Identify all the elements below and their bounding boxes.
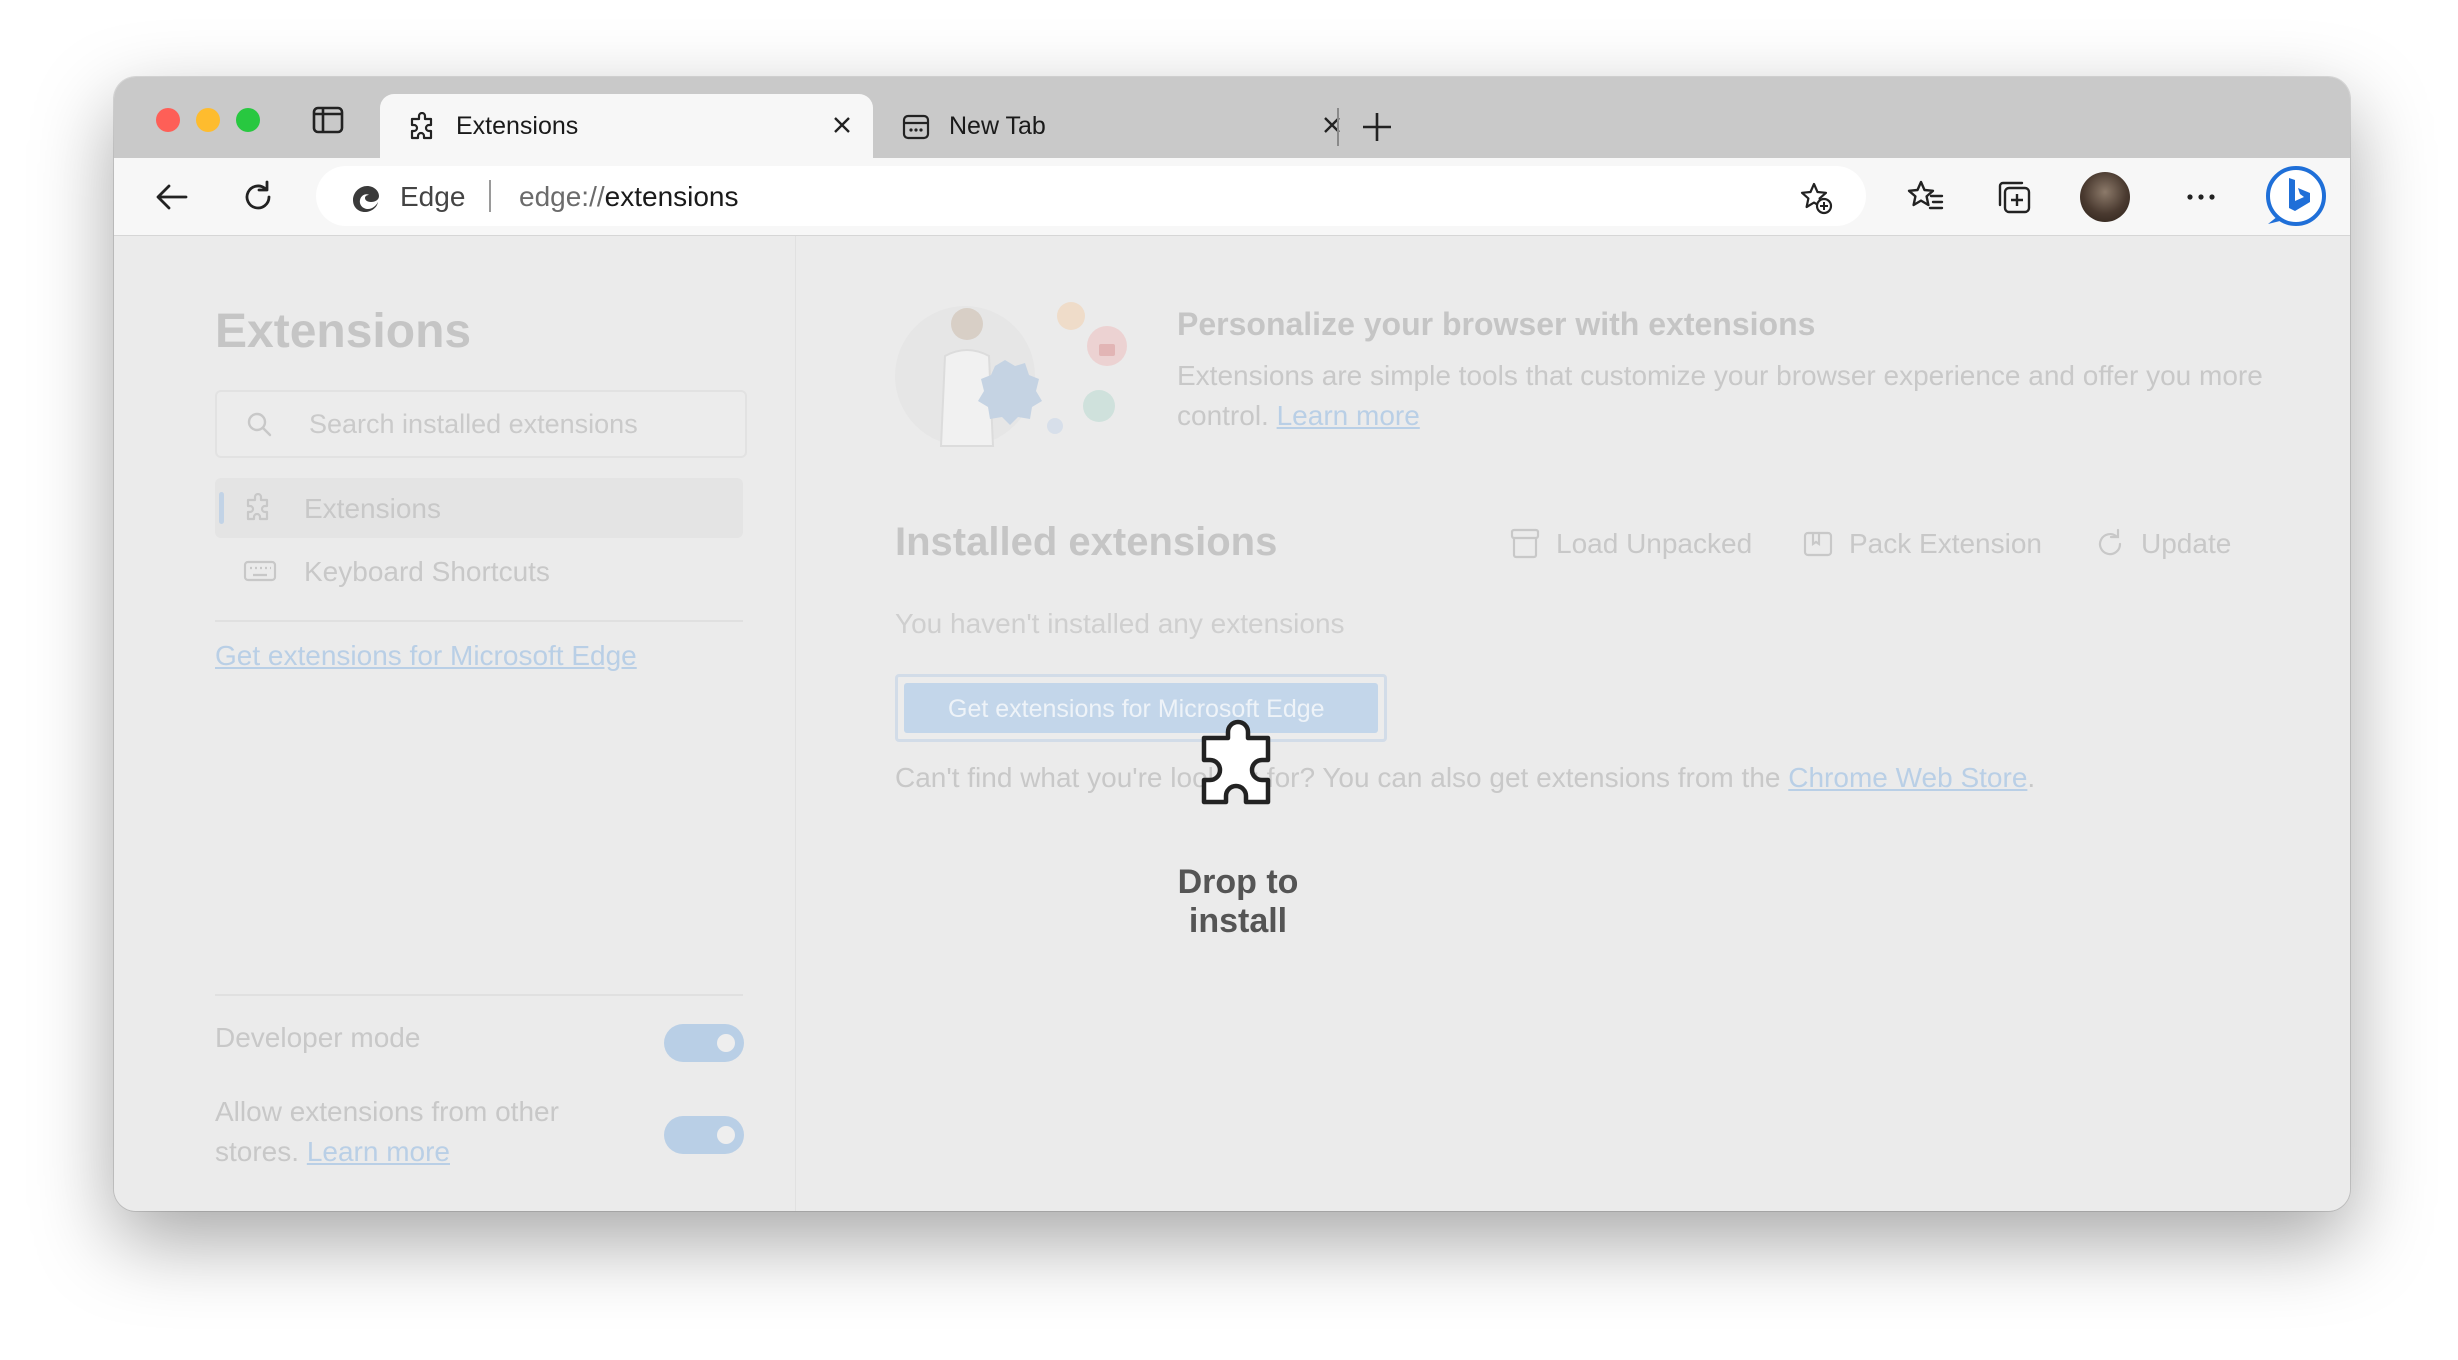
allow-other-stores-label: Allow extensions from other stores. Lear… <box>215 1096 559 1167</box>
puzzle-icon <box>408 111 438 142</box>
favorites-icon[interactable] <box>1905 177 1945 217</box>
url-text[interactable]: edge://extensions <box>519 181 739 213</box>
hero-description: Extensions are simple tools that customi… <box>1177 360 2263 431</box>
tab-extensions[interactable]: Extensions <box>380 94 873 158</box>
sidebar-divider <box>215 994 743 996</box>
learn-more-link[interactable]: Learn more <box>1277 400 1420 431</box>
selected-indicator <box>219 492 224 524</box>
close-window-button[interactable] <box>156 108 180 132</box>
newtab-page-icon <box>901 112 931 142</box>
new-tab-button[interactable] <box>1357 107 1397 147</box>
developer-mode-toggle[interactable] <box>664 1024 744 1062</box>
search-placeholder: Search installed extensions <box>309 409 638 439</box>
chrome-web-store-message: Can't find what you're looking for? You … <box>895 762 2036 793</box>
close-tab-icon[interactable] <box>829 112 855 138</box>
minimize-window-button[interactable] <box>196 108 220 132</box>
learn-more-link[interactable]: Learn more <box>307 1136 450 1167</box>
action-label: Load Unpacked <box>1556 528 1753 559</box>
no-extensions-message: You haven't installed any extensions <box>895 608 1345 639</box>
tab-strip: Extensions New Tab <box>114 77 2350 158</box>
site-identity-label: Edge <box>400 181 466 212</box>
package-icon <box>1802 526 1834 560</box>
hero-title: Personalize your browser with extensions <box>1177 306 1816 342</box>
page-content: Extensions Search installed extensions E… <box>114 236 2350 1211</box>
page-title: Extensions <box>215 305 472 358</box>
back-arrow-icon[interactable] <box>152 177 192 217</box>
keyboard-icon <box>243 556 277 586</box>
refresh-icon[interactable] <box>238 177 278 217</box>
button-fill: Get extensions for Microsoft Edge <box>904 683 1378 733</box>
sidebar-item-label: Keyboard Shortcuts <box>304 556 550 587</box>
sidebar-item-extensions[interactable]: Extensions <box>215 478 743 538</box>
collections-icon[interactable] <box>1994 177 2034 217</box>
installed-extensions-heading: Installed extensions <box>895 520 1278 564</box>
load-unpacked-button[interactable]: Load Unpacked <box>1509 524 1753 564</box>
browser-window: Extensions New Tab Edge edge://extension… <box>114 77 2350 1211</box>
toggle-knob <box>717 1034 735 1052</box>
tab-label: Extensions <box>456 112 579 140</box>
navigation-toolbar: Edge edge://extensions <box>114 158 2350 236</box>
close-tab-icon[interactable] <box>1319 112 1345 138</box>
address-bar[interactable]: Edge edge://extensions <box>316 166 1866 226</box>
sidebar-item-keyboard-shortcuts[interactable]: Keyboard Shortcuts <box>215 541 743 601</box>
action-label: Update <box>2141 528 2232 559</box>
omnibox-divider <box>489 180 491 212</box>
profile-avatar[interactable] <box>2080 172 2130 222</box>
search-input[interactable]: Search installed extensions <box>215 390 747 458</box>
refresh-icon <box>2094 526 2126 560</box>
update-button[interactable]: Update <box>2094 524 2254 564</box>
edge-logo-icon <box>350 182 382 214</box>
search-icon <box>245 410 273 438</box>
tab-new-tab[interactable]: New Tab <box>873 94 1363 158</box>
box-archive-icon <box>1509 526 1541 560</box>
maximize-window-button[interactable] <box>236 108 260 132</box>
chrome-web-store-link[interactable]: Chrome Web Store <box>1788 762 2027 793</box>
add-favorite-star-icon[interactable] <box>1798 180 1834 216</box>
get-extensions-link[interactable]: Get extensions for Microsoft Edge <box>215 640 637 672</box>
allow-other-stores-toggle[interactable] <box>664 1116 744 1154</box>
sidebar-item-label: Extensions <box>304 493 441 524</box>
puzzle-icon <box>1188 718 1288 822</box>
tab-label: New Tab <box>949 112 1046 140</box>
tab-separator <box>1337 108 1339 146</box>
extensions-sidebar: Extensions Search installed extensions E… <box>114 236 796 1211</box>
puzzle-icon <box>243 492 275 523</box>
bing-copilot-icon[interactable] <box>2264 164 2328 228</box>
more-options-icon[interactable] <box>2181 177 2221 217</box>
sidebar-divider <box>215 620 743 622</box>
tab-actions-menu-icon[interactable] <box>311 105 345 135</box>
action-label: Pack Extension <box>1849 528 2042 559</box>
pack-extension-button[interactable]: Pack Extension <box>1802 524 2052 564</box>
developer-mode-label: Developer mode <box>215 1022 421 1053</box>
drop-to-install-label: Drop to install <box>1177 863 1299 940</box>
extensions-hero-illustration <box>895 296 1135 456</box>
toggle-knob <box>717 1126 735 1144</box>
get-extensions-button[interactable]: Get extensions for Microsoft Edge <box>895 674 1387 742</box>
